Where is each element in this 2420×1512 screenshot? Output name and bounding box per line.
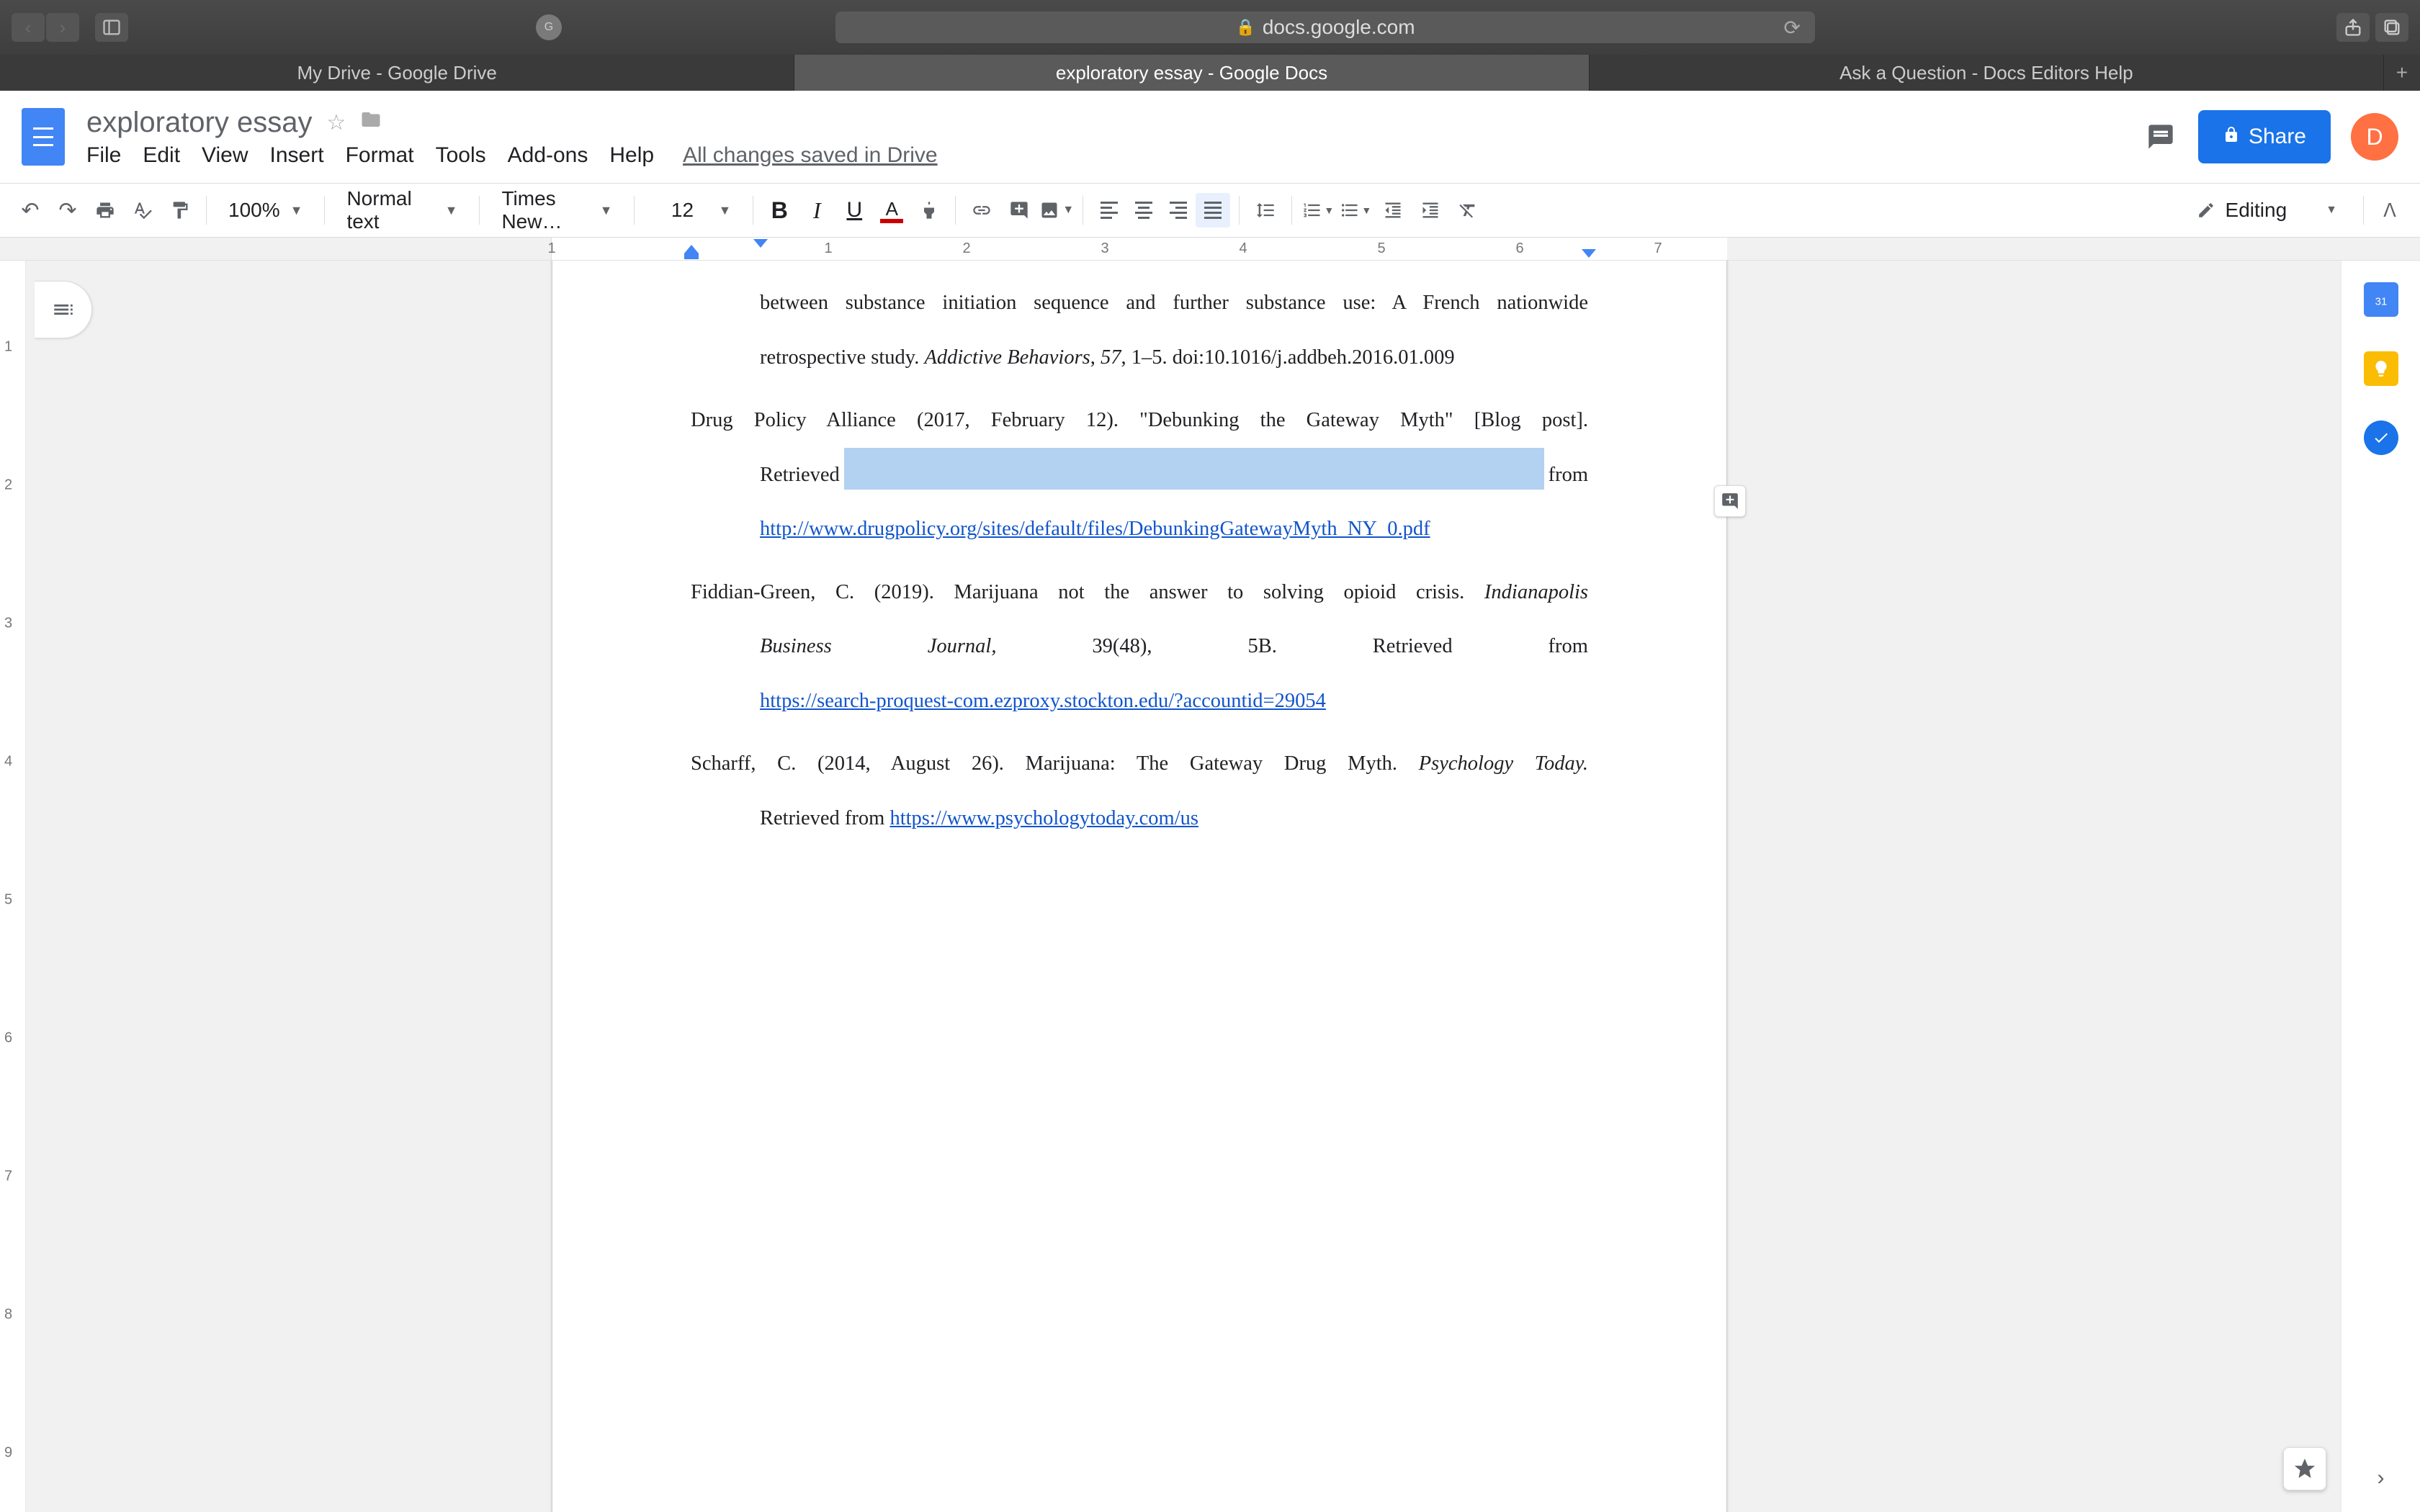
lock-icon: 🔒: [1235, 18, 1255, 37]
back-button[interactable]: ‹: [12, 13, 45, 42]
left-indent-triangle[interactable]: [684, 245, 699, 253]
sidebar-toggle[interactable]: [95, 13, 128, 42]
new-tab-button[interactable]: +: [2384, 55, 2420, 91]
line-spacing-button[interactable]: [1248, 193, 1283, 228]
clear-formatting-button[interactable]: [1451, 193, 1485, 228]
reference-entry[interactable]: Retrieved from http://www.drugpolicy.org…: [691, 448, 1588, 557]
highlight-button[interactable]: [912, 193, 946, 228]
menu-insert[interactable]: Insert: [270, 143, 324, 168]
style-select[interactable]: Normal text▼: [333, 193, 470, 228]
bold-button[interactable]: B: [762, 193, 797, 228]
font-size-select[interactable]: 12▼: [643, 193, 744, 228]
text-selection: [844, 448, 1544, 490]
italic-button[interactable]: I: [799, 193, 834, 228]
browser-tab-strip: My Drive - Google Drive exploratory essa…: [0, 55, 2420, 91]
decrease-indent-button[interactable]: [1376, 193, 1410, 228]
address-bar[interactable]: 🔒 docs.google.com ⟳: [835, 12, 1815, 43]
share-label: Share: [2249, 125, 2306, 149]
tasks-side-icon[interactable]: [2364, 420, 2398, 455]
reference-link[interactable]: https://www.psychologytoday.com/us: [889, 807, 1198, 829]
increase-indent-button[interactable]: [1413, 193, 1448, 228]
docs-header: exploratory essay ☆ File Edit View Inser…: [0, 91, 2420, 183]
reference-entry[interactable]: Scharff, C. (2014, August 26). Marijuana…: [691, 737, 1588, 791]
reference-entry[interactable]: retrospective study. Addictive Behaviors…: [691, 330, 1588, 385]
share-button[interactable]: Share: [2198, 110, 2331, 163]
outline-toggle-button[interactable]: [35, 281, 92, 338]
open-comments-button[interactable]: [2143, 120, 2178, 154]
align-justify-button[interactable]: [1196, 193, 1230, 228]
reference-entry[interactable]: Retrieved from https://www.psychologytod…: [691, 791, 1588, 846]
move-folder-icon[interactable]: [360, 109, 382, 136]
spellcheck-button[interactable]: [125, 193, 160, 228]
star-icon[interactable]: ☆: [326, 110, 346, 135]
save-status[interactable]: All changes saved in Drive: [683, 143, 938, 168]
reference-entry[interactable]: Business Journal, 39(48), 5B. Retrieved …: [691, 619, 1588, 728]
insert-image-button[interactable]: ▼: [1039, 193, 1074, 228]
share-button-safari[interactable]: [2336, 13, 2370, 42]
text-color-button[interactable]: A: [874, 193, 909, 228]
menu-help[interactable]: Help: [609, 143, 654, 168]
document-title[interactable]: exploratory essay: [86, 107, 312, 139]
reference-entry[interactable]: between substance initiation sequence an…: [691, 276, 1588, 330]
browser-toolbar: ‹ › G 🔒 docs.google.com ⟳: [0, 0, 2420, 55]
insert-comment-button[interactable]: [1002, 193, 1036, 228]
editing-mode-button[interactable]: Editing ▼: [2179, 190, 2354, 230]
align-left-button[interactable]: [1092, 193, 1126, 228]
url-text: docs.google.com: [1263, 16, 1415, 39]
account-avatar[interactable]: D: [2351, 113, 2398, 161]
align-right-button[interactable]: [1161, 193, 1196, 228]
reference-link[interactable]: http://www.drugpolicy.org/sites/default/…: [760, 518, 1430, 540]
forward-button[interactable]: ›: [46, 13, 79, 42]
vertical-ruler[interactable]: 1 2 3 4 5 6 7 8 9: [0, 261, 26, 1512]
menu-view[interactable]: View: [202, 143, 248, 168]
browser-tab-drive[interactable]: My Drive - Google Drive: [0, 55, 794, 91]
first-line-indent-marker[interactable]: [753, 239, 768, 248]
browser-tab-help[interactable]: Ask a Question - Docs Editors Help: [1590, 55, 2384, 91]
side-panel: 31 ›: [2341, 261, 2420, 1512]
reference-entry[interactable]: Drug Policy Alliance (2017, February 12)…: [691, 393, 1588, 448]
undo-button[interactable]: ↶: [13, 193, 48, 228]
bulleted-list-button[interactable]: ▼: [1338, 193, 1373, 228]
print-button[interactable]: [88, 193, 122, 228]
calendar-side-icon[interactable]: 31: [2364, 282, 2398, 317]
left-indent-marker[interactable]: [684, 253, 699, 259]
align-center-button[interactable]: [1126, 193, 1161, 228]
menu-format[interactable]: Format: [346, 143, 414, 168]
browser-tab-docs[interactable]: exploratory essay - Google Docs: [794, 55, 1589, 91]
lock-icon: [2223, 125, 2240, 149]
svg-text:31: 31: [2375, 296, 2387, 308]
reference-link[interactable]: https://search-proquest-com.ezproxy.stoc…: [760, 690, 1326, 712]
underline-button[interactable]: U: [837, 193, 871, 228]
horizontal-ruler[interactable]: 1 1 2 3 4 5 6 7: [0, 238, 2420, 261]
right-indent-marker[interactable]: [1582, 249, 1596, 258]
menu-edit[interactable]: Edit: [143, 143, 180, 168]
side-panel-collapse-icon[interactable]: ›: [2378, 1466, 2385, 1490]
menu-addons[interactable]: Add-ons: [508, 143, 588, 168]
keep-side-icon[interactable]: [2364, 351, 2398, 386]
zoom-select[interactable]: 100%▼: [215, 193, 315, 228]
document-area: 1 2 3 4 5 6 7 8 9 between substance init…: [0, 261, 2420, 1512]
font-select[interactable]: Times New…▼: [488, 193, 625, 228]
numbered-list-button[interactable]: ▼: [1301, 193, 1335, 228]
paint-format-button[interactable]: [163, 193, 197, 228]
menu-file[interactable]: File: [86, 143, 121, 168]
menu-tools[interactable]: Tools: [436, 143, 486, 168]
insert-link-button[interactable]: [964, 193, 999, 228]
docs-toolbar: ↶ ↷ 100%▼ Normal text▼ Times New…▼ 12▼ B…: [0, 183, 2420, 238]
add-comment-floating-button[interactable]: [1714, 485, 1746, 517]
docs-logo-icon[interactable]: [22, 108, 65, 166]
document-page[interactable]: between substance initiation sequence an…: [552, 261, 1727, 1512]
menu-bar: File Edit View Insert Format Tools Add-o…: [86, 143, 938, 168]
explore-button[interactable]: [2283, 1447, 2326, 1490]
collapse-toolbar-button[interactable]: ᐱ: [2372, 193, 2407, 228]
reference-entry[interactable]: Fiddian-Green, C. (2019). Marijuana not …: [691, 565, 1588, 620]
reload-icon[interactable]: ⟳: [1784, 16, 1801, 40]
grammarly-extension-icon[interactable]: G: [527, 12, 570, 43]
tabs-button-safari[interactable]: [2375, 13, 2408, 42]
redo-button[interactable]: ↷: [50, 193, 85, 228]
